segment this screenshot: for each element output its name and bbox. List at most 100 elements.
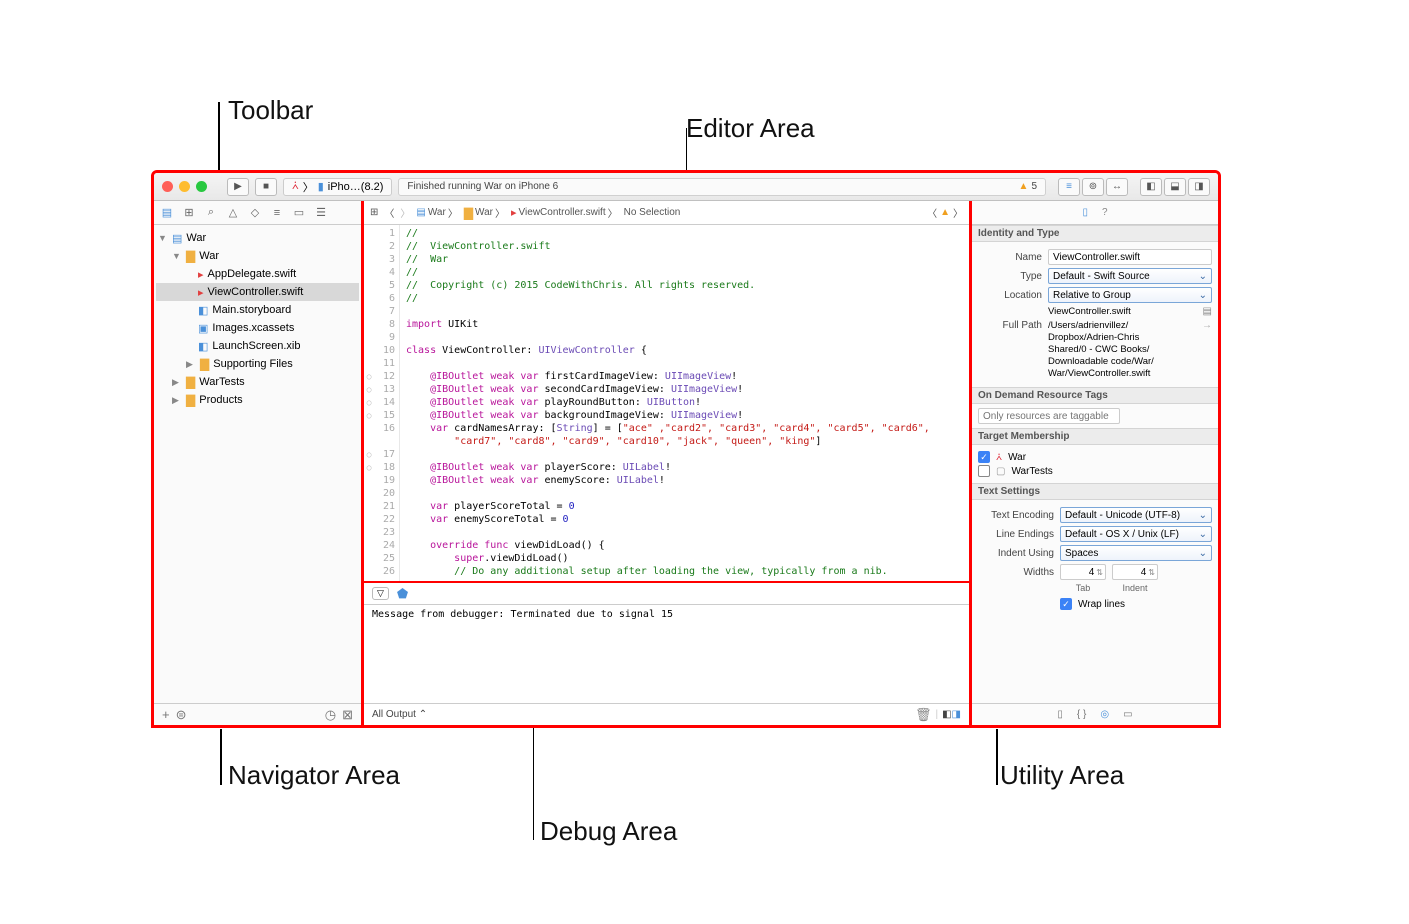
tree-group-supporting[interactable]: ▶▇Supporting Files [156,355,359,373]
close-button[interactable] [162,181,173,192]
file-inspector-tab[interactable]: ▯ [1082,207,1088,218]
run-button[interactable]: ▶ [227,178,249,196]
folder-icon: ▇ [186,375,195,389]
debug-toggle-button[interactable]: ▽ [372,587,389,600]
annotation-navigator: Navigator Area [228,760,400,791]
symbol-navigator-tab[interactable]: ⊞ [182,206,196,219]
tree-file-appdelegate[interactable]: ▸AppDelegate.swift [156,265,359,283]
annotation-debug: Debug Area [540,816,677,847]
version-editor-button[interactable]: ↔ [1106,178,1128,196]
file-template-library-tab[interactable]: ▯ [1057,709,1063,720]
storyboard-file-icon: ◧ [198,304,208,317]
jump-crumb-project[interactable]: ▤War〉 [416,205,457,220]
console-view-toggle[interactable]: ◨ [952,709,961,720]
standard-editor-button[interactable]: ≡ [1058,178,1080,196]
reveal-button[interactable]: → [1202,320,1212,331]
odr-tags-field [978,408,1120,424]
related-items-button[interactable]: ⊞ [370,207,378,218]
find-navigator-tab[interactable]: ⌕ [204,206,218,219]
media-library-tab[interactable]: ▭ [1123,709,1132,720]
tree-file-xcassets[interactable]: ▣Images.xcassets [156,319,359,337]
project-navigator-tab[interactable]: ▤ [160,206,174,219]
target-war-check[interactable]: ✓⩑War [978,451,1212,463]
xcode-window: ▶ ■ ⩑ 〉 ▮ iPho…(8.2) Finished running Wa… [151,170,1221,728]
assistant-editor-button[interactable]: ⊚ [1082,178,1104,196]
code-snippet-library-tab[interactable]: { } [1077,709,1086,720]
breakpoint-toggle-button[interactable]: ⬟ [397,586,408,602]
tree-group-war[interactable]: ▼▇War [156,247,359,265]
tree-file-viewcontroller[interactable]: ▸ViewController.swift [156,283,359,301]
annotation-toolbar: Toolbar [228,95,313,126]
test-navigator-tab[interactable]: ◇ [248,206,262,219]
jump-bar: ⊞ 〈 〉 ▤War〉 ▇War〉 ▸ViewController.swift〉… [364,201,969,225]
prev-issue-button[interactable]: 〈 [927,205,937,220]
swift-file-icon: ▸ [198,286,204,299]
inspector-tabs: ▯ ? [972,201,1218,225]
forward-button[interactable]: 〉 [400,205,410,220]
scheme-selector[interactable]: ⩑ 〉 ▮ iPho…(8.2) [283,178,392,196]
choose-location-button[interactable]: ▤ [1203,306,1212,317]
jump-crumb-file[interactable]: ▸ViewController.swift〉 [511,205,618,220]
object-library-tab[interactable]: ◎ [1100,709,1109,720]
encoding-select[interactable]: Default - Unicode (UTF-8) [1060,507,1212,523]
annotation-editor: Editor Area [686,113,815,144]
navigator-area: ▤ ⊞ ⌕ △ ◇ ≡ ▭ ☰ ▼▤War ▼▇War ▸AppDelegate… [154,201,364,725]
app-icon: ⩑ [292,180,299,193]
toggle-utility-button[interactable]: ◨ [1188,178,1210,196]
recent-filter-button[interactable]: ◷ [325,707,336,723]
navigator-tabs: ▤ ⊞ ⌕ △ ◇ ≡ ▭ ☰ [154,201,361,225]
file-name-field[interactable] [1048,249,1212,265]
debug-navigator-tab[interactable]: ≡ [270,207,284,219]
toggle-navigator-button[interactable]: ◧ [1140,178,1162,196]
folder-icon: ▇ [186,249,195,263]
filter-button[interactable]: ⊜ [176,707,187,723]
zoom-button[interactable] [196,181,207,192]
clear-console-button[interactable]: 🗑 [915,707,932,723]
utility-area: ▯ ? Identity and Type Name TypeDefault -… [972,201,1218,725]
issue-icon: ▲ [940,207,950,218]
code-content[interactable]: // // ViewController.swift // War // // … [400,225,969,581]
quickhelp-inspector-tab[interactable]: ? [1102,207,1108,218]
device-icon: ▮ [318,180,324,193]
target-wartests-check[interactable]: ▢WarTests [978,465,1212,477]
file-type-select[interactable]: Default - Swift Source [1048,268,1212,284]
output-filter[interactable]: All Output ⌃ [372,709,427,720]
breakpoint-navigator-tab[interactable]: ▭ [292,206,306,219]
jump-crumb-selection[interactable]: No Selection [624,207,681,218]
minimize-button[interactable] [179,181,190,192]
jump-crumb-group[interactable]: ▇War〉 [464,205,505,220]
issue-navigator-tab[interactable]: △ [226,206,240,219]
tab-width-stepper[interactable]: 4 ⇅ [1060,564,1106,580]
target-section-header: Target Membership [972,428,1218,445]
scm-filter-button[interactable]: ⊠ [342,707,353,723]
breakpoint-gutter[interactable]: ○ ○ ○ ○ ○ ○ [364,225,374,581]
assets-file-icon: ▣ [198,322,208,335]
tree-file-storyboard[interactable]: ◧Main.storyboard [156,301,359,319]
back-button[interactable]: 〈 [384,205,394,220]
variables-view-toggle[interactable]: ◧ [942,709,951,720]
console-output[interactable]: Message from debugger: Terminated due to… [364,605,969,703]
tree-project-root[interactable]: ▼▤War [156,229,359,247]
tree-file-launchscreen[interactable]: ◧LaunchScreen.xib [156,337,359,355]
full-path-value: /Users/adrienvillez/ Dropbox/Adrien-Chri… [1048,320,1196,380]
tree-group-products[interactable]: ▶▇Products [156,391,359,409]
lineend-select[interactable]: Default - OS X / Unix (LF) [1060,526,1212,542]
add-button[interactable]: + [162,707,170,722]
tree-group-wartests[interactable]: ▶▇WarTests [156,373,359,391]
location-select[interactable]: Relative to Group [1048,287,1212,303]
source-editor[interactable]: ○ ○ ○ ○ ○ ○ 1 2 3 4 5 6 7 8 9 10 11 12 1… [364,225,969,583]
folder-icon: ▇ [186,393,195,407]
indent-using-select[interactable]: Spaces [1060,545,1212,561]
wrap-lines-check[interactable]: ✓Wrap lines [1060,598,1125,610]
next-issue-button[interactable]: 〉 [953,205,963,220]
folder-icon: ▇ [200,357,209,371]
toggle-debug-button[interactable]: ⬓ [1164,178,1186,196]
swift-file-icon: ▸ [198,268,204,281]
text-settings-header: Text Settings [972,483,1218,500]
odr-section-header: On Demand Resource Tags [972,387,1218,404]
debug-area: ▽ ⬟ Message from debugger: Terminated du… [364,583,969,725]
indent-width-stepper[interactable]: 4 ⇅ [1112,564,1158,580]
report-navigator-tab[interactable]: ☰ [314,206,328,219]
project-icon: ▤ [172,232,182,245]
stop-button[interactable]: ■ [255,178,277,196]
